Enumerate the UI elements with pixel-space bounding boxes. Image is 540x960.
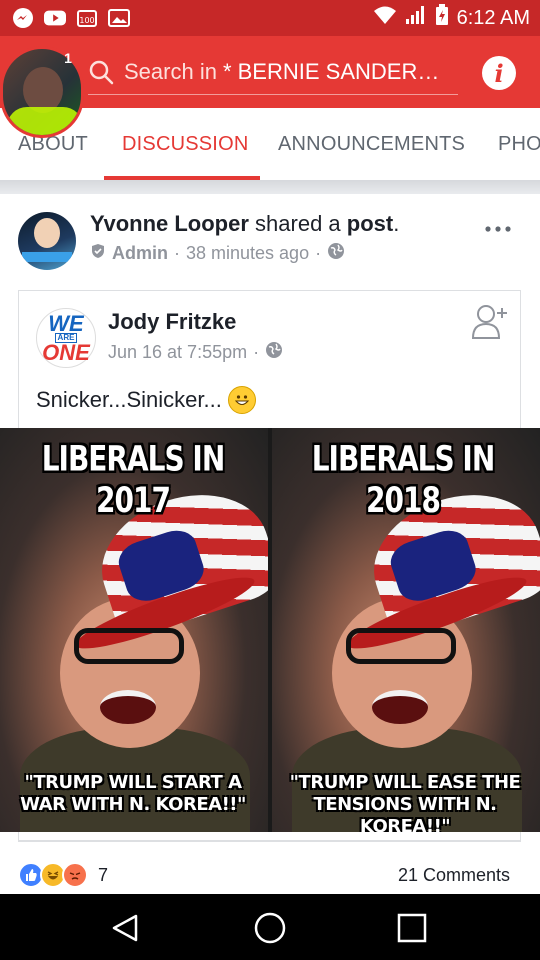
action-text: shared a <box>255 211 341 236</box>
original-author[interactable]: Jody Fritzke <box>108 309 236 335</box>
notification-badge[interactable]: 1 <box>58 48 78 68</box>
page-logo[interactable]: WE ARE ONE <box>36 308 96 368</box>
battery-saver-icon: 100 <box>76 7 98 29</box>
battery-icon <box>435 4 449 32</box>
messenger-icon <box>12 7 34 29</box>
add-friend-icon <box>471 305 507 339</box>
reaction-count: 7 <box>98 864 109 885</box>
signal-icon <box>405 5 427 31</box>
group-name: * BERNIE SANDER… <box>222 59 440 84</box>
logo-text-one: ONE <box>42 339 90 365</box>
globe-icon <box>265 341 283 364</box>
svg-text:100: 100 <box>79 16 94 25</box>
grinning-face-icon <box>227 386 256 414</box>
clock: 6:12 AM <box>456 6 530 29</box>
group-tabs: ABOUT DISCUSSION ANNOUNCEMENTS PHO <box>0 108 540 180</box>
youtube-icon <box>44 7 66 29</box>
post-timestamp[interactable]: 38 minutes ago <box>186 243 309 264</box>
notification-icons: 100 <box>12 7 130 29</box>
add-friend-button[interactable] <box>470 302 510 342</box>
admin-label: Admin <box>112 243 168 263</box>
tab-photos[interactable]: PHO <box>498 108 540 180</box>
post-body: Snicker...Sinicker... <box>36 387 222 412</box>
logo-text-we: WE <box>48 310 84 336</box>
action-end: . <box>393 211 400 236</box>
post-header: Yvonne Looper shared a post. <box>90 211 399 237</box>
globe-icon <box>327 242 345 265</box>
poster-name[interactable]: Yvonne Looper <box>90 211 249 236</box>
meme-caption-bottom-left: "TRUMP WILL START A WAR WITH N. KOREA!!" <box>20 772 246 815</box>
recents-icon <box>397 913 427 943</box>
home-button[interactable] <box>250 908 290 948</box>
post-image[interactable]: LIBERALS IN 2017 LIBERALS IN 2018 "TRUMP… <box>0 428 540 832</box>
meme-caption-bottom-right: "TRUMP WILL EASE THE TENSIONS WITH N. KO… <box>289 772 521 832</box>
divider <box>0 180 540 194</box>
back-icon <box>112 914 138 942</box>
more-dots-icon <box>485 226 511 232</box>
post-text: Snicker...Sinicker... <box>36 386 256 414</box>
original-date[interactable]: Jun 16 at 7:55pm <box>108 342 247 363</box>
angry-reaction-icon <box>62 862 88 888</box>
recents-button[interactable] <box>392 908 432 948</box>
back-button[interactable] <box>106 908 146 948</box>
comments-count[interactable]: 21 Comments <box>398 865 510 886</box>
meme-caption-top-left: LIBERALS IN 2017 <box>41 438 226 521</box>
system-nav-bar <box>0 894 540 960</box>
poster-avatar[interactable] <box>18 212 76 270</box>
admin-badge-icon <box>90 243 106 264</box>
search-input[interactable]: Search in * BERNIE SANDER… <box>88 50 458 95</box>
post-meta: Admin · 38 minutes ago · <box>90 242 345 265</box>
shared-post-link[interactable]: post <box>347 211 393 236</box>
status-bar: 100 6:12 AM <box>0 0 540 36</box>
gallery-icon <box>108 7 130 29</box>
home-icon <box>254 912 286 944</box>
tab-discussion[interactable]: DISCUSSION <box>122 108 248 180</box>
more-options-button[interactable] <box>484 210 512 241</box>
info-icon: i <box>494 58 504 88</box>
meme-caption-top-right: LIBERALS IN 2018 <box>311 438 496 521</box>
wifi-icon <box>373 5 397 31</box>
search-placeholder: Search in <box>124 59 217 84</box>
original-meta: Jun 16 at 7:55pm · <box>108 341 283 364</box>
info-button[interactable]: i <box>482 56 516 90</box>
reactions-summary[interactable]: 7 <box>18 862 108 888</box>
search-icon <box>88 59 114 85</box>
tab-announcements[interactable]: ANNOUNCEMENTS <box>278 108 465 180</box>
